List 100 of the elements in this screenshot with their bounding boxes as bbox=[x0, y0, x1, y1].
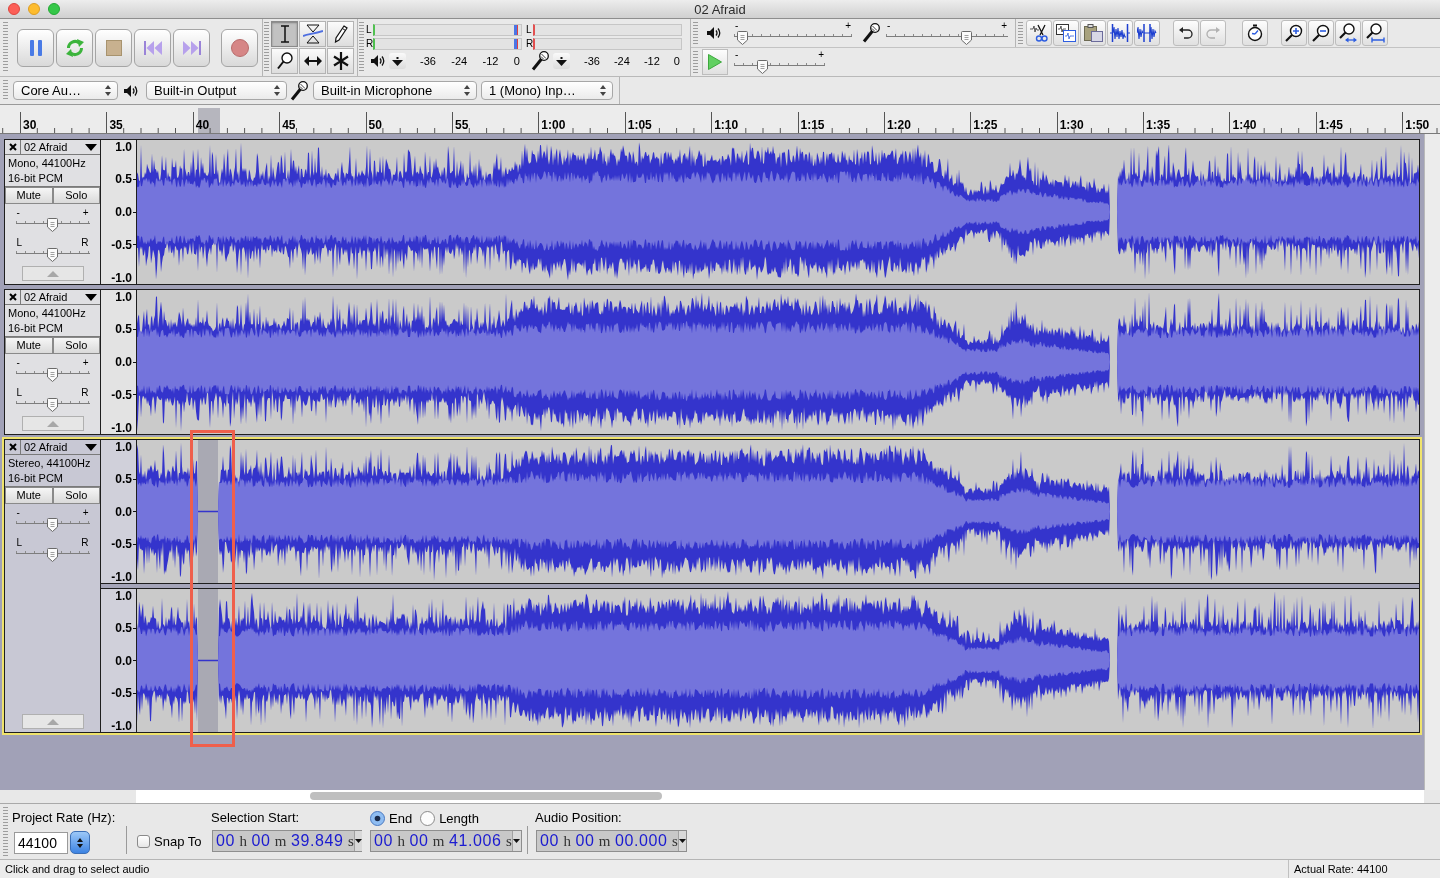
collapse-track-button[interactable] bbox=[21, 714, 84, 729]
toolbar-grip[interactable] bbox=[359, 22, 364, 73]
solo-button[interactable]: Solo bbox=[52, 187, 100, 204]
meter-menu-button[interactable] bbox=[553, 53, 570, 69]
gain-slider[interactable] bbox=[15, 218, 90, 232]
track-sample-format: 16-bit PCM bbox=[8, 473, 64, 484]
slider-thumb[interactable] bbox=[47, 518, 58, 532]
playback-speed-slider[interactable] bbox=[734, 59, 825, 74]
trim-button[interactable] bbox=[1107, 19, 1133, 46]
stop-button[interactable] bbox=[95, 28, 132, 67]
undo-button[interactable] bbox=[1173, 19, 1199, 46]
slider-thumb[interactable] bbox=[737, 30, 749, 45]
time-shift-tool-button[interactable] bbox=[299, 48, 326, 74]
pause-button[interactable] bbox=[17, 28, 54, 67]
collapse-track-button[interactable] bbox=[21, 416, 84, 431]
cut-button[interactable] bbox=[1026, 19, 1052, 46]
rate-field[interactable]: 44100 bbox=[14, 831, 68, 854]
device-dropdown[interactable]: Core Au… bbox=[13, 81, 118, 100]
input-volume-slider[interactable] bbox=[886, 30, 1008, 45]
envelope-tool-button[interactable] bbox=[299, 21, 326, 47]
zoom-in-button[interactable] bbox=[1281, 19, 1307, 46]
paste-button[interactable] bbox=[1080, 19, 1106, 46]
silence-button[interactable] bbox=[1134, 19, 1160, 46]
scrollbar-thumb[interactable] bbox=[310, 792, 662, 800]
radio-button[interactable] bbox=[370, 810, 385, 826]
mute-button[interactable]: Mute bbox=[5, 187, 53, 204]
snap-checkbox[interactable] bbox=[137, 835, 150, 848]
zoom-window-icon[interactable] bbox=[48, 3, 60, 15]
amplitude-label: 1.0 bbox=[115, 589, 132, 602]
trim-icon bbox=[1110, 23, 1130, 42]
time-field[interactable]: 00 h 00 m 41.006 s bbox=[370, 830, 522, 852]
zoom-out-button[interactable] bbox=[1308, 19, 1334, 46]
rate-stepper[interactable] bbox=[70, 831, 90, 854]
solo-button[interactable]: Solo bbox=[52, 337, 100, 354]
slider-min-label: L bbox=[16, 538, 23, 548]
radio-label[interactable]: Length bbox=[439, 811, 479, 825]
toolbar-grip[interactable] bbox=[1018, 22, 1023, 44]
skip-to-end-button[interactable] bbox=[173, 28, 210, 67]
selection-tool-button[interactable] bbox=[271, 21, 298, 47]
slider-thumb[interactable] bbox=[961, 30, 973, 45]
mute-button[interactable]: Mute bbox=[5, 487, 53, 504]
slider-thumb[interactable] bbox=[47, 398, 58, 412]
draw-tool-button[interactable] bbox=[327, 21, 354, 47]
down-triangle-icon bbox=[556, 56, 567, 66]
toolbar-grip[interactable] bbox=[693, 22, 698, 44]
time-field[interactable]: 00 h 00 m 00.000 s bbox=[536, 830, 687, 852]
amplitude-label: 0.0 bbox=[115, 356, 132, 368]
record-button[interactable] bbox=[221, 28, 258, 67]
gain-slider[interactable] bbox=[15, 518, 90, 532]
slider-min-label: - bbox=[887, 20, 891, 31]
time-label: 1:05 bbox=[627, 118, 652, 132]
track-name-menu[interactable]: 02 Afraid bbox=[21, 140, 100, 154]
stepper-arrows-icon bbox=[77, 836, 83, 849]
loop-play-button[interactable] bbox=[56, 28, 93, 67]
horizontal-scrollbar[interactable] bbox=[136, 790, 1424, 803]
time-label: 50 bbox=[368, 118, 382, 132]
selection-highlight bbox=[198, 108, 220, 133]
slider-thumb[interactable] bbox=[47, 548, 58, 562]
zoom-tool-button[interactable] bbox=[271, 48, 298, 74]
updown-arrows-icon bbox=[600, 85, 606, 96]
radio-label[interactable]: End bbox=[389, 811, 413, 825]
time-label: 35 bbox=[109, 118, 123, 132]
fit-selection-button[interactable] bbox=[1335, 19, 1361, 46]
device-dropdown[interactable]: Built-in Output bbox=[146, 81, 287, 100]
undo-icon bbox=[1179, 26, 1193, 39]
collapse-track-button[interactable] bbox=[21, 266, 84, 281]
slider-thumb[interactable] bbox=[47, 248, 58, 262]
radio-button[interactable] bbox=[420, 810, 436, 826]
play-icon bbox=[708, 53, 722, 70]
vertical-scrollbar[interactable] bbox=[1424, 134, 1440, 790]
slider-thumb[interactable] bbox=[757, 59, 769, 74]
toolbar-grip[interactable] bbox=[264, 22, 269, 73]
gain-slider[interactable] bbox=[15, 368, 90, 382]
meter-menu-button[interactable] bbox=[389, 53, 406, 69]
pan-slider[interactable] bbox=[15, 248, 90, 262]
time-field[interactable]: 00 h 00 m 39.849 s bbox=[212, 830, 362, 852]
close-window-icon[interactable] bbox=[8, 3, 20, 15]
sync-lock-button[interactable] bbox=[1242, 19, 1268, 46]
meter-channel-label: L bbox=[526, 24, 533, 35]
skip-to-start-button[interactable] bbox=[134, 28, 171, 67]
pause-icon bbox=[29, 39, 42, 56]
slider-thumb[interactable] bbox=[47, 368, 58, 382]
pan-slider[interactable] bbox=[15, 398, 90, 412]
toolbar-grip[interactable] bbox=[693, 50, 698, 73]
slider-max-label: + bbox=[1001, 20, 1007, 31]
multi-tool-button[interactable] bbox=[327, 48, 354, 74]
paste-icon bbox=[1083, 23, 1103, 42]
mute-button[interactable]: Mute bbox=[5, 337, 53, 354]
output-volume-slider[interactable] bbox=[734, 30, 852, 45]
copy-button[interactable] bbox=[1053, 19, 1079, 46]
play-at-speed-button[interactable] bbox=[702, 48, 728, 75]
track-name-menu[interactable]: 02 Afraid bbox=[21, 440, 100, 454]
device-dropdown[interactable]: Built-in Microphone bbox=[313, 81, 477, 100]
device-dropdown[interactable]: 1 (Mono) Inp… bbox=[481, 81, 613, 100]
pan-slider[interactable] bbox=[15, 548, 90, 562]
slider-thumb[interactable] bbox=[47, 218, 58, 232]
solo-button[interactable]: Solo bbox=[52, 487, 100, 504]
track-name-menu[interactable]: 02 Afraid bbox=[21, 290, 100, 304]
microphone-icon bbox=[290, 80, 308, 101]
fit-project-button[interactable] bbox=[1362, 19, 1388, 46]
